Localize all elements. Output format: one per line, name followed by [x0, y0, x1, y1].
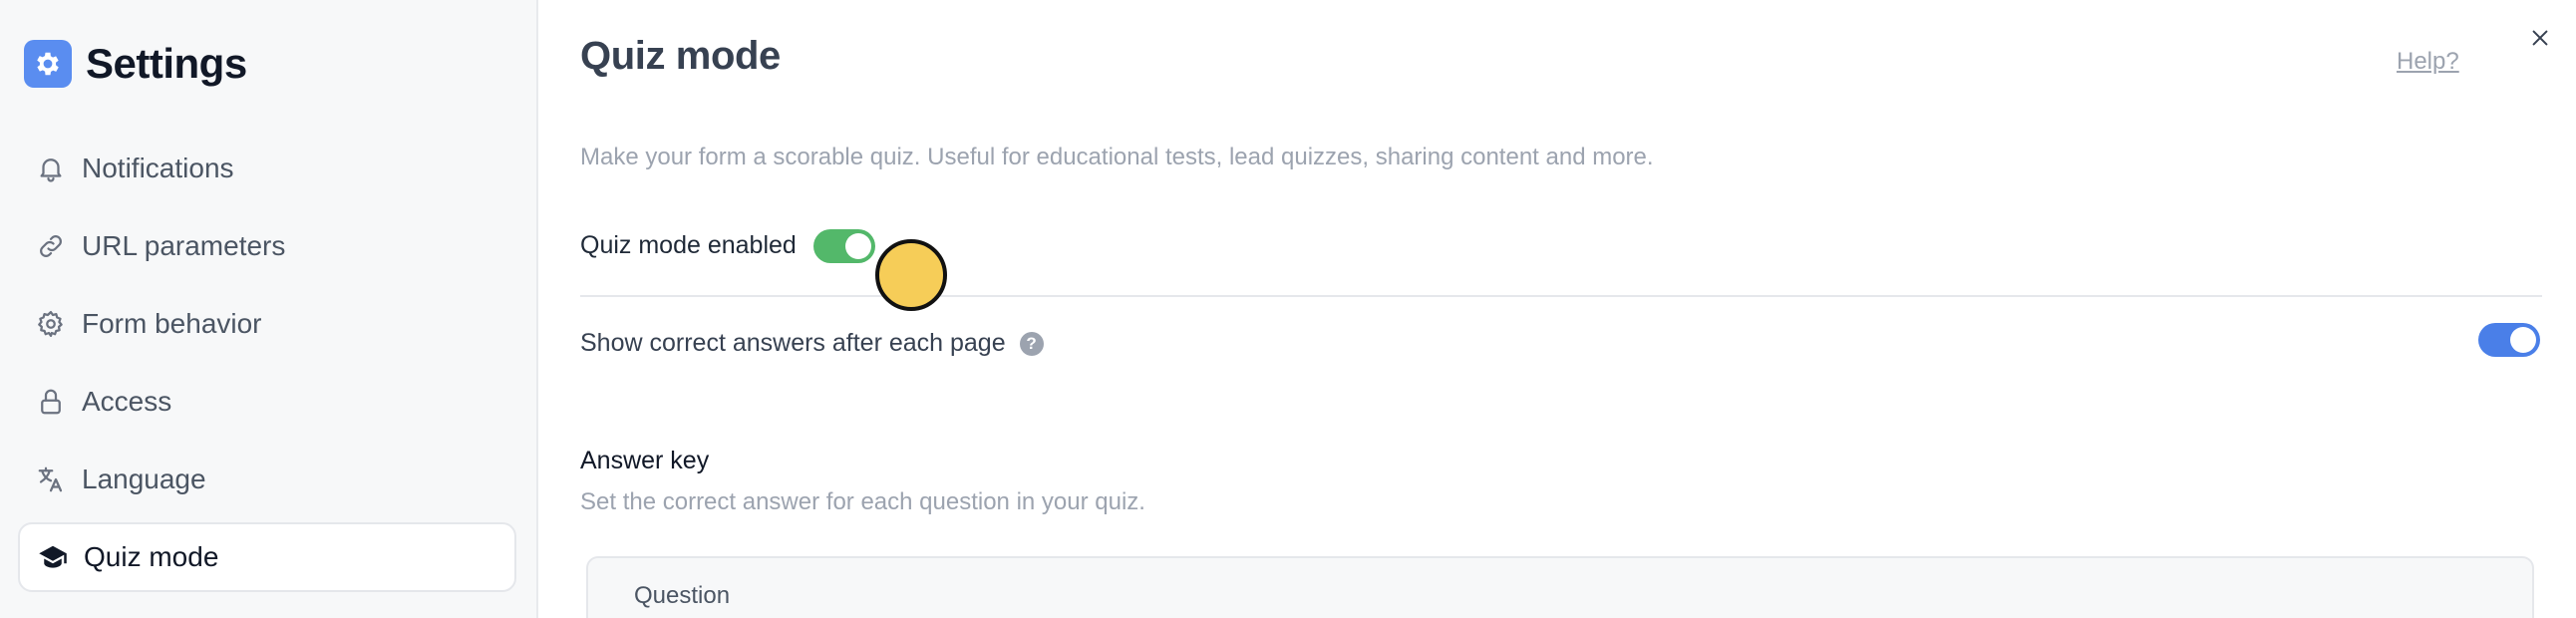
help-link[interactable]: Help?: [2397, 48, 2459, 76]
sidebar-item-label: Form behavior: [82, 308, 262, 339]
page-title: Quiz mode: [580, 34, 781, 78]
sidebar-item-form-behavior[interactable]: Form behavior: [18, 289, 516, 359]
toggle-knob: [845, 233, 871, 259]
settings-modal: Settings Notifications URL parameters Fo…: [0, 0, 2576, 618]
sidebar-item-label: URL parameters: [82, 230, 286, 261]
sidebar-title: Settings: [86, 40, 247, 87]
gear-icon: [34, 307, 68, 341]
show-correct-answers-label: Show correct answers after each page: [580, 329, 1006, 357]
show-correct-answers-row: Show correct answers after each page ?: [580, 329, 1044, 358]
sidebar-item-language[interactable]: Language: [18, 445, 516, 514]
sidebar-item-quiz-mode[interactable]: Quiz mode: [18, 522, 516, 592]
help-circle-icon[interactable]: ?: [1019, 331, 1044, 356]
lock-icon: [34, 385, 68, 419]
sidebar-item-label: Quiz mode: [84, 541, 219, 572]
sidebar-item-access[interactable]: Access: [18, 367, 516, 437]
answer-key-table: Question: [586, 556, 2534, 618]
sidebar-item-notifications[interactable]: Notifications: [18, 134, 516, 203]
sidebar-header: Settings: [24, 40, 247, 88]
sidebar-item-label: Notifications: [82, 153, 234, 183]
sidebar-item-label: Access: [82, 386, 172, 417]
settings-sidebar: Settings Notifications URL parameters Fo…: [0, 0, 538, 618]
answer-key-description: Set the correct answer for each question…: [580, 488, 1145, 515]
main-panel: Quiz mode Help? Make your form a scorabl…: [540, 0, 2576, 618]
divider: [580, 295, 2542, 297]
column-header-question: Question: [634, 582, 731, 609]
link-icon: [34, 229, 68, 263]
toggle-knob: [2510, 327, 2536, 353]
settings-gear-icon: [24, 40, 72, 88]
quiz-mode-enabled-label: Quiz mode enabled: [580, 231, 797, 259]
graduation-cap-icon: [36, 540, 70, 574]
bell-icon: [34, 152, 68, 185]
answer-key-title: Answer key: [580, 447, 710, 474]
quiz-mode-toggle[interactable]: [813, 229, 875, 263]
close-icon: [2529, 27, 2551, 54]
page-description: Make your form a scorable quiz. Useful f…: [580, 144, 1654, 170]
sidebar-item-label: Language: [82, 464, 206, 494]
show-correct-answers-toggle[interactable]: [2478, 323, 2540, 357]
cursor-marker: [875, 239, 947, 311]
close-button[interactable]: [2524, 24, 2556, 56]
translate-icon: [34, 463, 68, 496]
sidebar-item-url-parameters[interactable]: URL parameters: [18, 211, 516, 281]
